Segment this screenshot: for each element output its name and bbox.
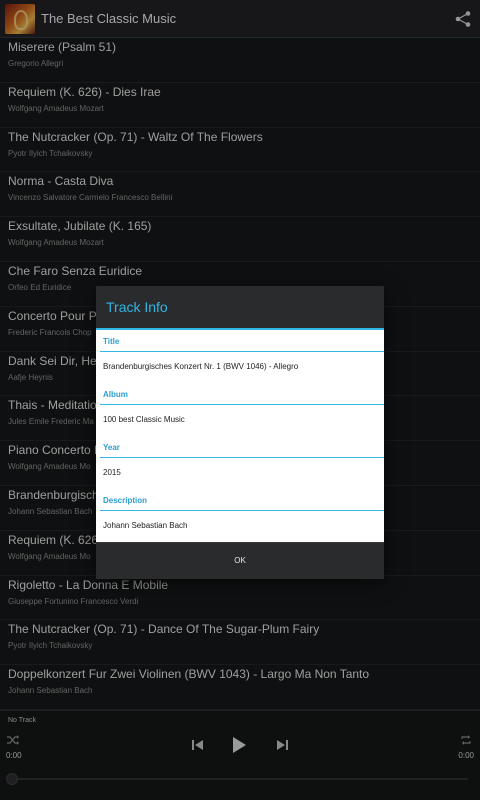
field-label: Title bbox=[103, 337, 120, 346]
divider bbox=[100, 457, 384, 458]
track-info-dialog: Track Info Title Brandenburgisches Konze… bbox=[96, 286, 384, 579]
dialog-body: Title Brandenburgisches Konzert Nr. 1 (B… bbox=[96, 330, 384, 542]
field-year: Year 2015 bbox=[96, 436, 384, 489]
field-label: Year bbox=[103, 443, 120, 452]
field-value: Brandenburgisches Konzert Nr. 1 (BWV 104… bbox=[103, 362, 299, 371]
divider bbox=[100, 404, 384, 405]
field-album: Album 100 best Classic Music bbox=[96, 383, 384, 436]
field-label: Description bbox=[103, 496, 148, 505]
field-description: Description Johann Sebastian Bach bbox=[96, 489, 384, 542]
app-root: The Best Classic Music Miserere (Psalm 5… bbox=[0, 0, 480, 800]
dialog-footer: OK bbox=[96, 542, 384, 577]
divider bbox=[100, 510, 384, 511]
dialog-header: Track Info bbox=[96, 286, 384, 330]
ok-button[interactable]: OK bbox=[96, 543, 384, 577]
divider bbox=[100, 351, 384, 352]
field-value: 2015 bbox=[103, 468, 121, 477]
field-label: Album bbox=[103, 390, 128, 399]
field-title: Title Brandenburgisches Konzert Nr. 1 (B… bbox=[96, 330, 384, 383]
field-value: Johann Sebastian Bach bbox=[103, 521, 188, 530]
field-value: 100 best Classic Music bbox=[103, 415, 185, 424]
dialog-title: Track Info bbox=[106, 299, 168, 315]
